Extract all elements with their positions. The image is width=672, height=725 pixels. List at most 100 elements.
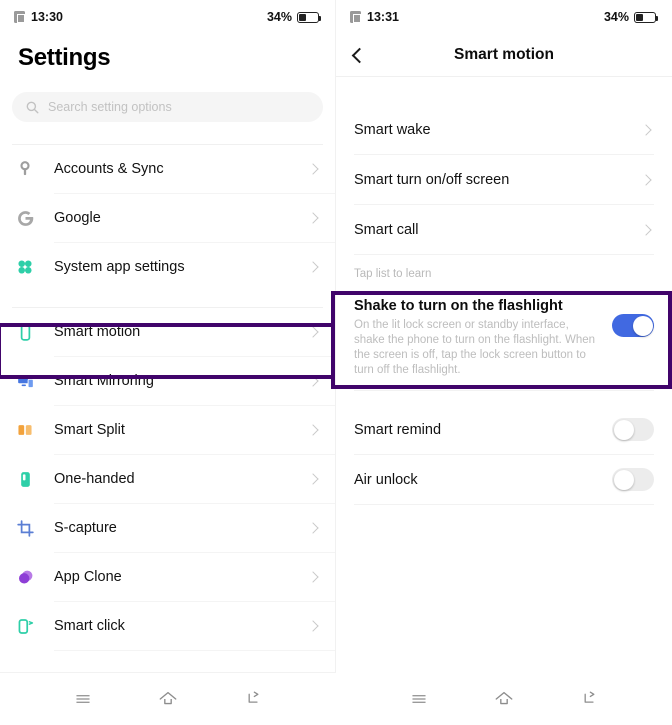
chevron-right-icon xyxy=(640,173,652,186)
sidebar-item-smart-mirroring[interactable]: Smart Mirroring xyxy=(0,357,335,405)
sim-card-icon xyxy=(350,11,361,23)
sidebar-item-label: Accounts & Sync xyxy=(54,161,164,177)
sidebar-item-google[interactable]: Google xyxy=(0,194,335,242)
status-left: 13:31 xyxy=(350,10,399,24)
app-clone-icon xyxy=(14,566,36,588)
back-chevron-icon[interactable] xyxy=(351,47,368,63)
search-input[interactable]: Search setting options xyxy=(12,92,323,122)
status-bar-left: 13:30 34% xyxy=(0,0,335,34)
list-item-label: Smart turn on/off screen xyxy=(354,171,510,188)
search-wrapper: Search setting options xyxy=(0,72,335,122)
chevron-right-icon xyxy=(307,522,319,534)
sidebar-item-s-capture[interactable]: S-capture xyxy=(0,504,335,552)
status-clock: 13:31 xyxy=(367,10,399,24)
list-item-smart-turn-on-off-screen[interactable]: Smart turn on/off screen xyxy=(336,155,672,204)
setting-description: On the lit lock screen or standby interf… xyxy=(354,319,596,376)
crop-capture-icon xyxy=(14,517,36,539)
smart-click-icon xyxy=(14,615,36,637)
setting-label: Air unlock xyxy=(354,471,418,488)
chevron-right-icon xyxy=(307,163,319,175)
list-item-label: Smart call xyxy=(354,221,419,238)
battery-percent-label: 34% xyxy=(266,10,292,24)
system-navigation-bar-left xyxy=(0,673,336,725)
row-separator xyxy=(354,504,654,505)
sidebar-item-label: Smart Mirroring xyxy=(54,373,154,389)
sidebar-item-label: S-capture xyxy=(54,520,117,536)
smart-motion-screen: 13:31 34% Smart motion Smart wake Smart … xyxy=(331,0,672,725)
sidebar-item-label: Smart click xyxy=(54,618,125,634)
page-title: Settings xyxy=(18,44,111,71)
nav-title: Smart motion xyxy=(454,46,554,63)
sidebar-item-label: App Clone xyxy=(54,569,122,585)
setting-label: Smart remind xyxy=(354,421,442,438)
setting-air-unlock[interactable]: Air unlock xyxy=(336,455,672,504)
list-item-smart-call[interactable]: Smart call xyxy=(336,205,672,254)
sim-card-icon xyxy=(14,11,25,23)
sidebar-item-smart-click[interactable]: Smart click xyxy=(0,602,335,650)
smart-remind-toggle[interactable] xyxy=(612,418,654,441)
list-item-label: Smart wake xyxy=(354,121,431,138)
chevron-right-icon xyxy=(307,326,319,338)
one-handed-icon xyxy=(14,468,36,490)
list-item-smart-wake[interactable]: Smart wake xyxy=(336,105,672,154)
chevron-right-icon xyxy=(640,123,652,136)
tap-list-hint: Tap list to learn xyxy=(354,268,432,280)
battery-percent-label: 34% xyxy=(603,10,629,24)
home-icon[interactable] xyxy=(157,688,179,710)
search-placeholder: Search setting options xyxy=(48,100,172,114)
battery-icon xyxy=(634,11,659,23)
status-right: 34% xyxy=(603,10,659,24)
sidebar-item-one-handed[interactable]: One-handed xyxy=(0,455,335,503)
phone-outline-icon xyxy=(14,321,36,343)
row-separator xyxy=(54,650,335,651)
status-bar-right: 13:31 34% xyxy=(336,0,672,34)
chevron-right-icon xyxy=(307,375,319,387)
battery-icon xyxy=(297,11,322,23)
air-unlock-toggle[interactable] xyxy=(612,468,654,491)
nav-header: Smart motion xyxy=(336,34,672,76)
status-clock: 13:30 xyxy=(31,10,63,24)
key-icon xyxy=(14,158,36,180)
menu-icon[interactable] xyxy=(72,688,94,710)
chevron-right-icon xyxy=(307,571,319,583)
chevron-right-icon xyxy=(307,212,319,224)
setting-smart-remind[interactable]: Smart remind xyxy=(336,405,672,454)
flashlight-toggle[interactable] xyxy=(612,314,654,337)
setting-title: Shake to turn on the flashlight xyxy=(354,298,563,314)
sidebar-item-accounts-sync[interactable]: Accounts & Sync xyxy=(0,145,335,193)
sidebar-item-label: Google xyxy=(54,210,101,226)
system-navigation-bar-right xyxy=(336,673,672,725)
status-right: 34% xyxy=(266,10,322,24)
chevron-right-icon xyxy=(307,261,319,273)
setting-shake-flashlight[interactable]: Shake to turn on the flashlight On the l… xyxy=(336,289,672,390)
settings-screen: 13:30 34% Settings Search setting option… xyxy=(0,0,336,725)
sidebar-item-system-app-settings[interactable]: System app settings xyxy=(0,243,335,291)
setting-text-block: Shake to turn on the flashlight On the l… xyxy=(354,298,612,378)
back-arrow-icon[interactable] xyxy=(578,688,600,710)
toggle-knob xyxy=(613,469,634,490)
sidebar-item-label: One-handed xyxy=(54,471,135,487)
status-left: 13:30 xyxy=(14,10,63,24)
google-g-icon xyxy=(14,207,36,229)
home-icon[interactable] xyxy=(493,688,515,710)
toggle-knob xyxy=(613,419,634,440)
sidebar-item-smart-split[interactable]: Smart Split xyxy=(0,406,335,454)
back-arrow-icon[interactable] xyxy=(242,688,264,710)
sidebar-item-label: Smart Split xyxy=(54,422,125,438)
screen-cast-icon xyxy=(14,370,36,392)
four-dots-icon xyxy=(14,256,36,278)
chevron-right-icon xyxy=(640,223,652,236)
sidebar-item-smart-motion[interactable]: Smart motion xyxy=(0,308,335,356)
split-screen-icon xyxy=(14,419,36,441)
chevron-right-icon xyxy=(307,424,319,436)
sidebar-item-label: Smart motion xyxy=(54,324,141,340)
menu-icon[interactable] xyxy=(408,688,430,710)
chevron-right-icon xyxy=(307,620,319,632)
chevron-right-icon xyxy=(307,473,319,485)
toggle-knob xyxy=(632,315,653,336)
sidebar-item-app-clone[interactable]: App Clone xyxy=(0,553,335,601)
search-icon xyxy=(26,101,39,113)
